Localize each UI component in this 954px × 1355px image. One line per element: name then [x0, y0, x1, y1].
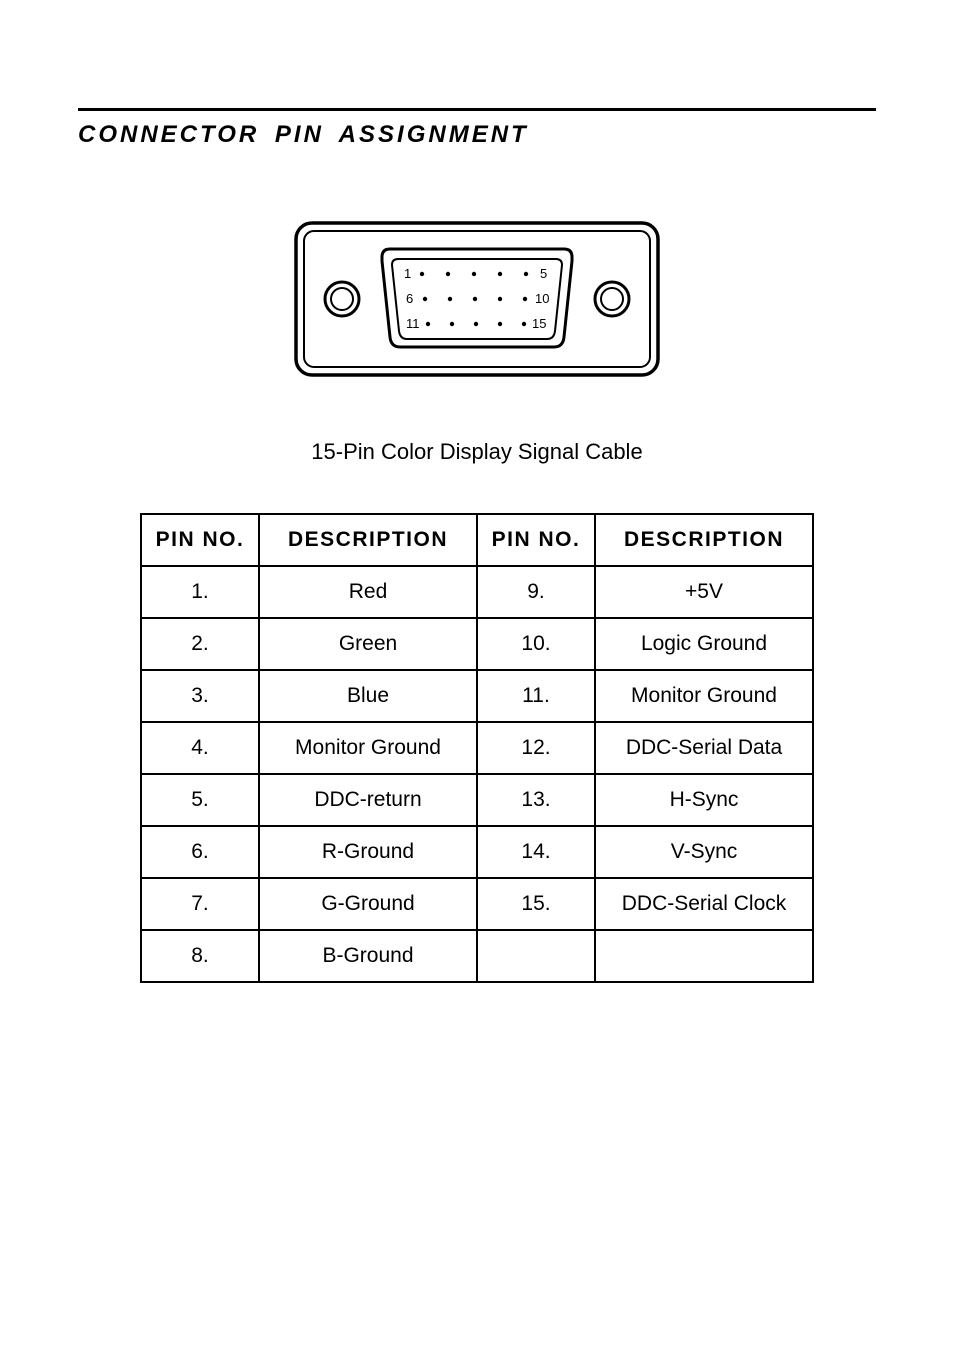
- cell-pin: 4.: [141, 722, 259, 774]
- cell-desc: DDC-Serial Data: [595, 722, 813, 774]
- top-rule: [78, 108, 876, 111]
- pin-label-6: 6: [406, 291, 413, 306]
- table-row: 4.Monitor Ground12.DDC-Serial Data: [141, 722, 813, 774]
- table-row: 3.Blue11.Monitor Ground: [141, 670, 813, 722]
- cell-pin: 12.: [477, 722, 595, 774]
- cell-desc: DDC-Serial Clock: [595, 878, 813, 930]
- cell-desc: V-Sync: [595, 826, 813, 878]
- cell-pin: 2.: [141, 618, 259, 670]
- cell-pin: 14.: [477, 826, 595, 878]
- cell-desc: B-Ground: [259, 930, 477, 982]
- cell-pin: 9.: [477, 566, 595, 618]
- pin-label-1: 1: [404, 266, 411, 281]
- cell-desc: +5V: [595, 566, 813, 618]
- connector-diagram: 1 5 6 10 11 15: [78, 219, 876, 379]
- th-desc-1: DESCRIPTION: [259, 514, 477, 566]
- cell-pin: 7.: [141, 878, 259, 930]
- table-row: 2.Green10.Logic Ground: [141, 618, 813, 670]
- cell-desc: R-Ground: [259, 826, 477, 878]
- th-desc-2: DESCRIPTION: [595, 514, 813, 566]
- cell-pin: 5.: [141, 774, 259, 826]
- table-row: 6.R-Ground14.V-Sync: [141, 826, 813, 878]
- table-header-row: PIN NO. DESCRIPTION PIN NO. DESCRIPTION: [141, 514, 813, 566]
- pin-label-10: 10: [535, 291, 549, 306]
- cell-desc: Monitor Ground: [595, 670, 813, 722]
- cell-pin: 8.: [141, 930, 259, 982]
- cell-pin: 6.: [141, 826, 259, 878]
- cell-desc: Monitor Ground: [259, 722, 477, 774]
- cell-pin: 11.: [477, 670, 595, 722]
- cell-desc: Logic Ground: [595, 618, 813, 670]
- cell-desc: Green: [259, 618, 477, 670]
- table-row: 7.G-Ground15.DDC-Serial Clock: [141, 878, 813, 930]
- pin-label-5: 5: [540, 266, 547, 281]
- table-body: 1.Red9.+5V2.Green10.Logic Ground3.Blue11…: [141, 566, 813, 982]
- cell-desc: G-Ground: [259, 878, 477, 930]
- cell-pin: 3.: [141, 670, 259, 722]
- cell-pin: 15.: [477, 878, 595, 930]
- cell-pin: 13.: [477, 774, 595, 826]
- cell-desc: [595, 930, 813, 982]
- cell-desc: DDC-return: [259, 774, 477, 826]
- pin-table: PIN NO. DESCRIPTION PIN NO. DESCRIPTION …: [140, 513, 814, 983]
- th-pin-2: PIN NO.: [477, 514, 595, 566]
- pin-label-15: 15: [532, 316, 546, 331]
- table-row: 8.B-Ground: [141, 930, 813, 982]
- cell-desc: H-Sync: [595, 774, 813, 826]
- pin-label-11: 11: [406, 316, 420, 331]
- diagram-caption: 15-Pin Color Display Signal Cable: [78, 439, 876, 465]
- cell-pin: 1.: [141, 566, 259, 618]
- section-heading: CONNECTOR PIN ASSIGNMENT: [78, 121, 876, 149]
- table-row: 5.DDC-return13.H-Sync: [141, 774, 813, 826]
- th-pin-1: PIN NO.: [141, 514, 259, 566]
- table-row: 1.Red9.+5V: [141, 566, 813, 618]
- cell-pin: [477, 930, 595, 982]
- cell-desc: Red: [259, 566, 477, 618]
- cell-pin: 10.: [477, 618, 595, 670]
- connector-svg: 1 5 6 10 11 15: [292, 219, 662, 379]
- cell-desc: Blue: [259, 670, 477, 722]
